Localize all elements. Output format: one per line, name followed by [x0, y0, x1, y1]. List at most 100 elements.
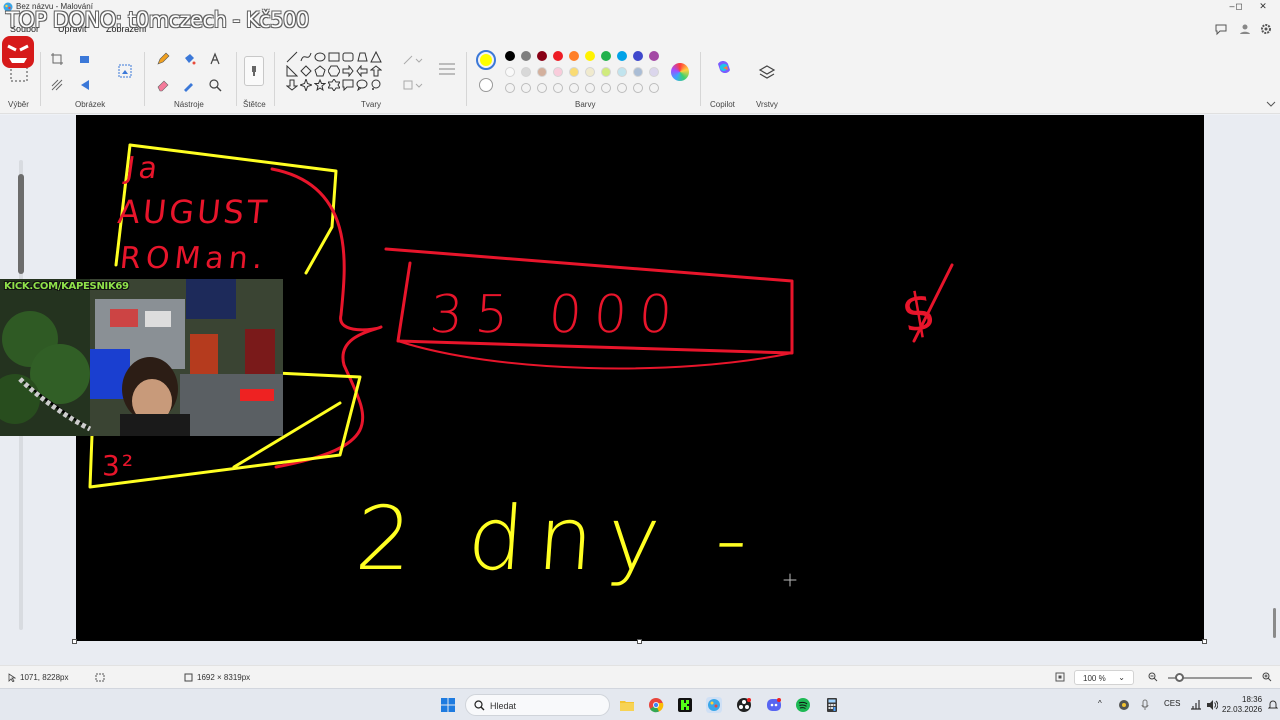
vertical-scrollbar[interactable] [1272, 118, 1278, 658]
callout-oval-shape-icon[interactable] [356, 78, 368, 92]
down-arrow-shape-icon[interactable] [285, 78, 299, 91]
close-button[interactable]: ✕ [1256, 0, 1270, 14]
custom-color-slot[interactable] [617, 83, 627, 93]
taskbar-clock[interactable]: 18:36 22.03.2026 [1222, 695, 1262, 715]
palette-swatch[interactable] [505, 67, 515, 77]
image-select-tool[interactable] [116, 62, 134, 80]
brushes-button[interactable] [244, 56, 264, 86]
palette-swatch[interactable] [649, 51, 659, 61]
custom-color-slot[interactable] [505, 83, 515, 93]
fill-tool[interactable] [180, 50, 198, 68]
ribbon-collapse-chevron-icon[interactable] [1266, 100, 1276, 108]
right-arrow-shape-icon[interactable] [342, 64, 354, 78]
windows-start-icon[interactable] [440, 697, 456, 713]
left-scroll-thumb[interactable] [18, 174, 24, 274]
left-arrow-shape-icon[interactable] [356, 64, 368, 78]
line-shape-icon[interactable] [286, 50, 298, 63]
zoom-slider-thumb[interactable] [1175, 673, 1184, 682]
callout-cloud-shape-icon[interactable] [370, 78, 382, 90]
paint-taskbar-icon[interactable] [706, 697, 722, 713]
palette-swatch[interactable] [553, 67, 563, 77]
settings-gear-icon[interactable] [1259, 22, 1273, 36]
custom-color-slot[interactable] [569, 83, 579, 93]
palette-swatch[interactable] [601, 51, 611, 61]
palette-swatch[interactable] [537, 67, 547, 77]
rectangle-shape-icon[interactable] [328, 50, 340, 62]
palette-swatch[interactable] [553, 51, 563, 61]
four-star-shape-icon[interactable] [298, 77, 314, 93]
palette-swatch[interactable] [601, 67, 611, 77]
polygon-shape-icon[interactable] [356, 50, 368, 62]
pencil-tool[interactable] [154, 50, 172, 68]
curve-shape-icon[interactable] [300, 50, 312, 62]
discord-icon[interactable] [766, 697, 782, 713]
diamond-shape-icon[interactable] [300, 64, 312, 77]
up-arrow-shape-icon[interactable] [369, 64, 383, 77]
resize-handle-bottom-left[interactable] [72, 639, 77, 644]
chrome-icon[interactable] [648, 697, 664, 713]
custom-color-slot[interactable] [553, 83, 563, 93]
palette-swatch[interactable] [633, 51, 643, 61]
resize-handle-bottom[interactable] [637, 639, 642, 644]
palette-swatch[interactable] [617, 51, 627, 61]
oval-shape-icon[interactable] [314, 50, 326, 62]
comment-icon[interactable] [1214, 22, 1228, 36]
palette-swatch[interactable] [505, 51, 515, 61]
custom-color-slot[interactable] [601, 83, 611, 93]
flip-tool[interactable] [76, 76, 94, 94]
background-remover-tool[interactable] [48, 76, 66, 94]
language-indicator[interactable]: CES [1164, 699, 1180, 708]
network-tray-icon[interactable] [1190, 699, 1202, 711]
maximize-button[interactable]: ◻ [1232, 0, 1246, 14]
fill-style-icon[interactable] [402, 78, 424, 92]
text-tool[interactable] [206, 50, 224, 68]
palette-swatch[interactable] [585, 51, 595, 61]
palette-swatch[interactable] [649, 67, 659, 77]
zoom-level-dropdown[interactable]: 100 % ⌄ [1074, 670, 1134, 685]
kick-app-icon[interactable] [677, 697, 693, 713]
secondary-color-swatch[interactable] [479, 78, 493, 92]
zoom-out-icon[interactable] [1148, 672, 1158, 682]
eraser-tool[interactable] [154, 76, 172, 94]
outline-style-icon[interactable] [402, 54, 424, 66]
volume-tray-icon[interactable] [1206, 699, 1218, 711]
notification-bell-icon[interactable] [1268, 699, 1278, 711]
hexagon-shape-icon[interactable] [327, 64, 341, 77]
vertical-scroll-thumb[interactable] [1273, 608, 1276, 638]
palette-swatch[interactable] [617, 67, 627, 77]
palette-swatch[interactable] [569, 67, 579, 77]
six-star-shape-icon[interactable] [327, 78, 341, 92]
copilot-icon[interactable] [714, 58, 734, 78]
fit-to-window-icon[interactable] [1055, 672, 1065, 682]
microphone-tray-icon[interactable] [1140, 699, 1150, 711]
custom-color-slot[interactable] [521, 83, 531, 93]
magnifier-tool[interactable] [206, 76, 224, 94]
custom-color-slot[interactable] [585, 83, 595, 93]
custom-color-slot[interactable] [649, 83, 659, 93]
resize-handle-bottom-right[interactable] [1202, 639, 1207, 644]
palette-swatch[interactable] [633, 67, 643, 77]
palette-swatch[interactable] [569, 51, 579, 61]
right-triangle-shape-icon[interactable] [286, 64, 299, 77]
layers-icon[interactable] [758, 64, 776, 82]
callout-rect-shape-icon[interactable] [342, 78, 354, 92]
security-tray-icon[interactable] [1118, 699, 1130, 711]
pentagon-shape-icon[interactable] [314, 64, 326, 77]
size-icon[interactable] [436, 60, 458, 78]
edit-colors-button[interactable] [671, 63, 689, 81]
tray-overflow-icon[interactable]: ^ [1098, 699, 1102, 708]
palette-swatch[interactable] [521, 51, 531, 61]
obs-icon[interactable] [736, 697, 752, 713]
zoom-in-icon[interactable] [1262, 672, 1272, 682]
triangle-shape-icon[interactable] [370, 50, 382, 63]
rounded-rect-shape-icon[interactable] [342, 50, 354, 62]
palette-swatch[interactable] [585, 67, 595, 77]
five-star-shape-icon[interactable] [313, 78, 327, 92]
resize-tool[interactable] [76, 50, 94, 68]
account-icon[interactable] [1238, 22, 1252, 36]
file-explorer-icon[interactable] [619, 697, 635, 713]
custom-color-slot[interactable] [537, 83, 547, 93]
taskbar-search[interactable]: Hledat [465, 694, 610, 716]
palette-swatch[interactable] [521, 67, 531, 77]
crop-tool[interactable] [48, 50, 66, 68]
